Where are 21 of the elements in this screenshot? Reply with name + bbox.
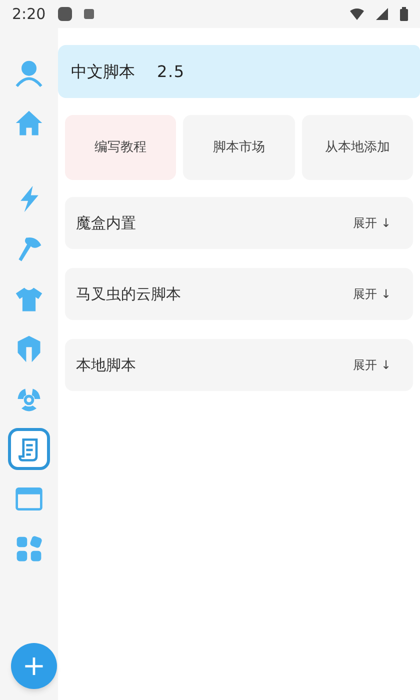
sidebar-item[interactable] (8, 428, 50, 470)
version-label: 2.5 (157, 60, 185, 82)
action-button[interactable]: 从本地添加 (302, 115, 413, 180)
action-button[interactable]: 编写教程 (65, 115, 176, 180)
signal-icon (376, 8, 388, 20)
header-title: 中文脚本 (71, 60, 135, 82)
expand-toggle[interactable]: 展开 ↓ (353, 285, 391, 303)
person-icon (14, 58, 44, 88)
section-title: 本地脚本 (76, 354, 136, 376)
home-icon (14, 108, 44, 138)
expand-toggle[interactable]: 展开 ↓ (353, 214, 391, 232)
section-title: 魔盒内置 (76, 212, 136, 234)
apps-icon (14, 534, 44, 564)
battery-icon (400, 7, 408, 21)
action-button[interactable]: 脚本市场 (183, 115, 295, 180)
notification-icon (84, 9, 94, 19)
wifi-icon (350, 8, 364, 20)
expand-toggle[interactable]: 展开 ↓ (353, 356, 391, 374)
status-time: 2:20 (12, 4, 46, 25)
notification-icon (58, 7, 72, 21)
section-title: 马叉虫的云脚本 (76, 284, 181, 305)
